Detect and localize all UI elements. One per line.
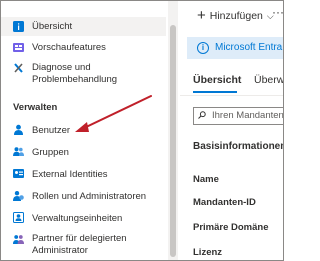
main-content: + Hinzufügen ⌵ ··· i Microsoft Entra v Übe… [180,1,284,260]
info-circle-icon: i [197,42,209,54]
add-button[interactable]: + Hinzufügen ⌵ [197,7,274,24]
search-input[interactable]: Ihren Mandanten [193,107,284,125]
nav-item-label: Verwaltungseinheiten [32,213,123,224]
nav-item-label: Vorschaufeatures [32,42,106,53]
screenshot-frame: Übersicht Vorschaufeatures Diagnose und … [0,0,284,261]
more-options-button[interactable]: ··· [272,5,283,19]
info-icon [13,21,24,32]
user-icon [14,124,23,135]
basic-info-heading: Basisinformationen [193,141,284,152]
nav-item-diagnose[interactable]: Diagnose und Problembehandlung [1,59,166,89]
nav-item-label: External Identities [32,169,108,180]
tab-monitoring[interactable]: Überwa [254,74,283,86]
external-identities-icon [13,169,24,178]
info-banner: i Microsoft Entra v [187,37,283,59]
scrollbar-thumb[interactable] [170,25,176,257]
admin-units-icon [13,212,24,223]
nav-item-admin-units[interactable]: Verwaltungseinheiten [1,210,166,226]
nav-item-external-identities[interactable]: External Identities [1,166,166,182]
nav-item-label: Übersicht [32,21,73,32]
plus-icon: + [197,7,206,24]
search-icon [198,111,206,119]
nav-item-partner[interactable]: Partner für delegierten Administrator [1,231,166,259]
tab-overview[interactable]: Übersicht [193,74,241,86]
nav-item-roles[interactable]: Rollen und Administratoren [1,188,166,204]
nav-scrollbar[interactable] [168,1,178,260]
group-icon [13,147,24,156]
property-label-primary-domain: Primäre Domäne [193,222,269,233]
nav-item-label: Gruppen [32,147,69,158]
left-navigation: Übersicht Vorschaufeatures Diagnose und … [1,1,166,260]
nav-item-users[interactable]: Benutzer [1,122,166,138]
search-placeholder: Ihren Mandanten [212,110,284,121]
property-label-name: Name [193,174,219,185]
nav-item-label: Diagnose und Problembehandlung [32,62,118,85]
roles-icon [13,191,24,201]
partner-icon [13,235,24,244]
nav-item-preview-features[interactable]: Vorschaufeatures [1,39,166,55]
nav-item-label: Benutzer [32,125,71,136]
nav-item-label: Rollen und Administratoren [32,191,147,202]
nav-item-groups[interactable]: Gruppen [1,144,166,160]
property-label-tenant-id: Mandanten-ID [193,197,256,208]
add-button-label: Hinzufügen [209,10,263,22]
nav-item-label: Partner für delegierten Administrator [32,233,127,256]
tab-divider [180,95,283,96]
wrench-icon [14,63,23,73]
info-banner-link[interactable]: Microsoft Entra v [215,42,283,53]
property-label-license: Lizenz [193,247,223,258]
section-title-verwalten: Verwalten [13,102,58,113]
active-tab-indicator [193,91,237,93]
preview-features-icon [13,43,24,52]
nav-item-overview[interactable]: Übersicht [1,17,166,36]
